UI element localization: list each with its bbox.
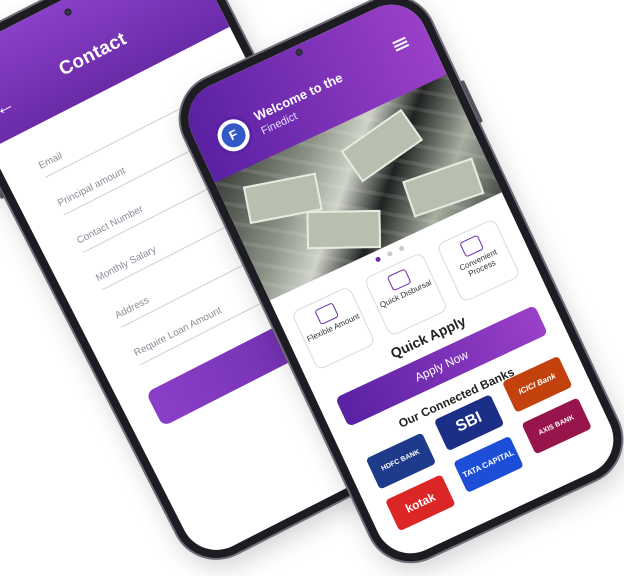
hamburger-menu-icon[interactable]	[392, 36, 410, 52]
banknote	[402, 157, 485, 218]
carousel-dot[interactable]	[397, 245, 405, 252]
carousel-dot[interactable]	[386, 250, 393, 258]
logo-mark: F	[217, 119, 250, 152]
bank-logo-kotak: kotak	[385, 474, 456, 532]
carousel-dot[interactable]	[374, 256, 381, 263]
bank-logo-axis: AXIS BANK	[521, 397, 592, 455]
welcome-text: Welcome to the	[251, 69, 345, 124]
address-placeholder: Address	[113, 294, 152, 322]
banknote	[306, 209, 382, 250]
finedict-logo: F	[208, 110, 259, 161]
bank-logo-tata-capital: TATA CAPITAL	[453, 435, 524, 493]
banknote	[340, 108, 424, 183]
email-placeholder: Email	[37, 150, 65, 172]
